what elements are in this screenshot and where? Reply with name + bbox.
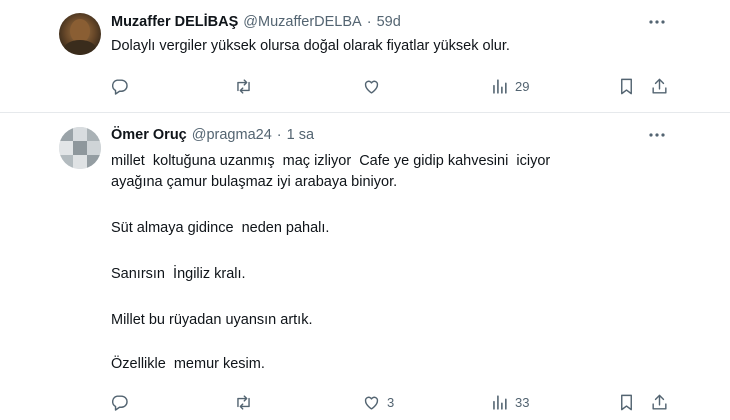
- separator-dot: ·: [276, 127, 282, 143]
- timestamp[interactable]: 1 sa: [287, 127, 314, 143]
- bookmark-button[interactable]: [617, 75, 636, 97]
- views-button[interactable]: 33: [490, 391, 529, 413]
- tweet-text-line: Özellikle memur kesim.: [111, 356, 265, 372]
- bookmark-icon: [621, 78, 632, 94]
- author-handle[interactable]: @MuzafferDELBA: [243, 14, 361, 30]
- avatar[interactable]: [59, 127, 101, 169]
- share-icon: [652, 394, 667, 410]
- bookmark-button[interactable]: [617, 391, 636, 413]
- tweet-text-line: Millet bu rüyadan uyansın artık.: [111, 312, 313, 328]
- timestamp[interactable]: 59d: [377, 14, 401, 30]
- more-icon[interactable]: [648, 13, 666, 31]
- views-count: 33: [515, 394, 530, 410]
- action-bar: 3 33: [0, 391, 730, 413]
- like-button[interactable]: [362, 75, 387, 97]
- views-button[interactable]: 29: [490, 75, 529, 97]
- author-handle[interactable]: @pragma24: [192, 127, 272, 143]
- views-count: 29: [515, 78, 530, 94]
- tweet-text-line: Sanırsın İngiliz kralı.: [111, 266, 246, 282]
- like-icon: [364, 396, 379, 410]
- tweet[interactable]: Ömer Oruç @pragma24 · 1 sa millet koltuğ…: [0, 113, 730, 420]
- reply-button[interactable]: [110, 75, 135, 97]
- avatar[interactable]: [59, 13, 101, 55]
- retweet-icon: [237, 78, 250, 94]
- tweet-header: Muzaffer DELİBAŞ @MuzafferDELBA · 59d: [111, 12, 401, 32]
- tweet[interactable]: Muzaffer DELİBAŞ @MuzafferDELBA · 59d Do…: [0, 0, 730, 112]
- views-icon: [493, 78, 507, 94]
- action-bar: 29: [0, 75, 730, 97]
- tweet-text-line: millet koltuğuna uzanmış maç izliyor Caf…: [111, 153, 551, 169]
- views-icon: [493, 394, 507, 410]
- reply-icon: [111, 394, 128, 411]
- tweet-header: Ömer Oruç @pragma24 · 1 sa: [111, 125, 314, 145]
- share-icon: [652, 78, 667, 94]
- author-name[interactable]: Ömer Oruç: [111, 127, 187, 143]
- tweet-text: Dolaylı vergiler yüksek olursa doğal ola…: [111, 38, 510, 54]
- share-button[interactable]: [650, 391, 669, 413]
- retweet-icon: [237, 394, 250, 410]
- share-button[interactable]: [650, 75, 669, 97]
- bookmark-icon: [621, 394, 632, 410]
- tweet-text-line: ayağına çamur bulaşmaz iyi arabaya biniy…: [111, 174, 398, 190]
- like-count: 3: [387, 394, 395, 410]
- retweet-button[interactable]: [234, 75, 259, 97]
- reply-button[interactable]: [110, 391, 135, 413]
- more-icon[interactable]: [648, 126, 666, 144]
- reply-icon: [111, 78, 128, 95]
- author-name[interactable]: Muzaffer DELİBAŞ: [111, 14, 238, 30]
- separator-dot: ·: [366, 14, 372, 30]
- tweet-text-line: Süt almaya gidince neden pahalı.: [111, 220, 330, 236]
- retweet-button[interactable]: [234, 391, 259, 413]
- like-icon: [364, 80, 379, 94]
- like-button[interactable]: 3: [362, 391, 394, 413]
